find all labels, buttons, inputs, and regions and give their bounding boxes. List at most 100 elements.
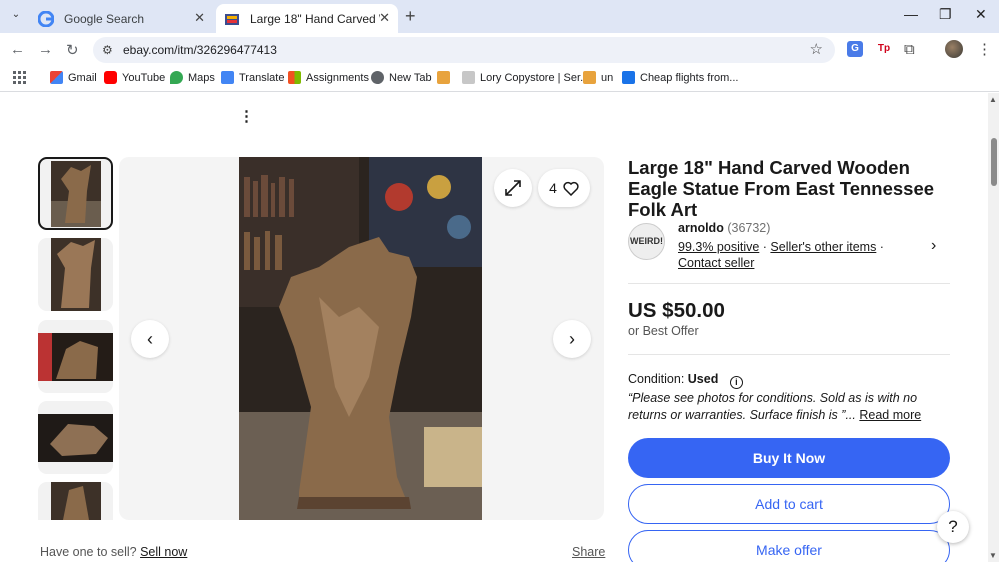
seller-feedback-count: (36732) — [727, 221, 771, 235]
restore-icon[interactable]: ❐ — [939, 6, 952, 23]
bookmark-label: Cheap flights from... — [640, 71, 739, 84]
seller-name-line: arnoldo (36732) — [678, 221, 770, 235]
bookmark-new-tab[interactable]: New Tab — [371, 71, 432, 84]
condition-label: Condition: — [628, 372, 685, 386]
expand-image-button[interactable] — [494, 169, 532, 207]
best-offer-note: or Best Offer — [628, 324, 699, 338]
maps-icon — [170, 71, 183, 84]
eagle-thumbnail-image — [50, 482, 101, 520]
watchlist-button[interactable]: 4 — [538, 169, 590, 207]
tab-title: Large 18" Hand Carved Wooden Eagle — [250, 11, 380, 26]
heart-icon — [563, 181, 579, 196]
translate-extension-icon[interactable]: G — [847, 41, 863, 57]
scrollbar-thumb[interactable] — [991, 138, 997, 186]
eagle-thumbnail-image — [38, 332, 113, 381]
profile-avatar[interactable] — [945, 40, 963, 58]
image-gallery[interactable]: ‹ › 4 — [119, 157, 604, 520]
divider — [628, 354, 950, 355]
page-scrollbar[interactable]: ▲ ▼ — [988, 93, 999, 562]
bookmark-unnamed[interactable] — [437, 71, 455, 84]
bookmark-icon — [583, 71, 596, 84]
item-price: US $50.00 — [628, 299, 725, 322]
eagle-thumbnail-image — [38, 413, 113, 462]
condition-row: Condition: Used i — [628, 372, 743, 389]
divider — [628, 283, 950, 284]
ebay-item-page: ⋮ ‹ › 4 Have one to sell? Sell now Share… — [0, 93, 988, 562]
read-more-link[interactable]: Read more — [859, 408, 921, 422]
tab-search-icon[interactable]: ⌄ — [7, 6, 25, 24]
youtube-icon — [104, 71, 117, 84]
thumbnail-1[interactable] — [38, 157, 113, 230]
bookmark-star-icon[interactable]: ☆ — [810, 37, 823, 63]
browser-tab-strip: ⌄ Google Search ✕ Large 18" Hand Carved … — [0, 0, 999, 33]
buy-it-now-button[interactable]: Buy It Now — [628, 438, 950, 478]
google-icon — [38, 10, 54, 27]
make-offer-button[interactable]: Make offer — [628, 530, 950, 562]
url-bar[interactable]: ⚙ ebay.com/itm/326296477413 ☆ — [93, 37, 835, 63]
bookmark-translate[interactable]: Translate — [221, 71, 284, 84]
minimize-icon[interactable]: — — [904, 6, 918, 22]
share-link[interactable]: Share — [572, 545, 605, 559]
watchers-count: 4 — [549, 180, 557, 196]
bookmark-assignments[interactable]: Assignments — [288, 71, 369, 84]
contact-seller-link[interactable]: Contact seller — [678, 256, 754, 270]
close-tab-icon[interactable]: ✕ — [194, 10, 205, 26]
seller-positive-link[interactable]: 99.3% positive — [678, 240, 759, 254]
seller-links: 99.3% positive · Seller's other items · … — [678, 240, 884, 270]
forward-icon[interactable]: → — [38, 41, 53, 58]
tp-extension-icon[interactable]: Tp — [876, 41, 892, 57]
bookmark-youtube[interactable]: YouTube — [104, 71, 165, 84]
reload-icon[interactable]: ↻ — [66, 41, 79, 59]
more-options-icon[interactable]: ⋮ — [239, 107, 254, 125]
bookmark-label: Gmail — [68, 71, 97, 84]
bookmark-icon — [462, 71, 475, 84]
chevron-right-icon[interactable]: › — [931, 237, 936, 255]
bookmark-label: Translate — [239, 71, 285, 84]
bookmark-maps[interactable]: Maps — [170, 71, 215, 84]
thumbnail-3[interactable] — [38, 320, 113, 393]
eagle-statue-main-image — [239, 157, 482, 520]
close-tab-icon[interactable]: ✕ — [379, 10, 390, 26]
browser-menu-icon[interactable]: ⋮ — [977, 40, 992, 58]
thumbnail-2[interactable] — [38, 238, 113, 311]
bookmark-label: New Tab — [389, 71, 432, 84]
extensions-puzzle-icon[interactable]: ⧉ — [904, 41, 915, 58]
tab-title: Google Search — [64, 11, 145, 26]
next-image-button[interactable]: › — [553, 320, 591, 358]
info-icon[interactable]: i — [729, 376, 743, 389]
thumbnail-4[interactable] — [38, 401, 113, 474]
tab-ebay-item[interactable]: Large 18" Hand Carved Wooden Eagle ✕ — [216, 4, 398, 33]
scroll-up-icon[interactable]: ▲ — [989, 95, 997, 104]
tab-google-search[interactable]: Google Search ✕ — [30, 4, 213, 33]
condition-description: “Please see photos for conditions. Sold … — [628, 390, 950, 424]
chevron-right-icon: › — [569, 328, 575, 349]
new-tab-icon[interactable]: + — [405, 6, 416, 27]
sell-now-link[interactable]: Sell now — [140, 545, 187, 559]
seller-other-items-link[interactable]: Seller's other items — [770, 240, 876, 254]
eagle-thumbnail-image — [50, 160, 101, 227]
scroll-down-icon[interactable]: ▼ — [989, 551, 997, 560]
url-text: ebay.com/itm/326296477413 — [123, 43, 277, 57]
bookmark-gmail[interactable]: Gmail — [50, 71, 97, 84]
seller-logo[interactable]: WEIRD! — [628, 223, 665, 260]
site-info-icon[interactable]: ⚙ — [102, 37, 113, 63]
help-button[interactable]: ? — [937, 511, 969, 543]
bookmark-un[interactable]: un — [583, 71, 613, 84]
bookmark-label: Maps — [188, 71, 215, 84]
condition-value: Used — [687, 372, 719, 386]
ebay-icon — [225, 13, 239, 25]
apps-grid-icon[interactable] — [13, 71, 26, 84]
bookmark-icon — [437, 71, 450, 84]
assignments-icon — [288, 71, 301, 84]
eagle-thumbnail-image — [50, 238, 101, 311]
bookmark-lory-copystore[interactable]: Lory Copystore | Ser... — [462, 71, 589, 84]
back-icon[interactable]: ← — [10, 41, 25, 58]
previous-image-button[interactable]: ‹ — [131, 320, 169, 358]
thumbnail-5[interactable] — [38, 482, 113, 520]
add-to-cart-button[interactable]: Add to cart — [628, 484, 950, 524]
chevron-left-icon: ‹ — [147, 328, 153, 349]
bookmark-cheap-flights[interactable]: Cheap flights from... — [622, 71, 738, 84]
sell-prompt: Have one to sell? Sell now — [40, 545, 187, 559]
seller-name[interactable]: arnoldo — [678, 221, 724, 235]
close-window-icon[interactable]: ✕ — [975, 6, 987, 23]
